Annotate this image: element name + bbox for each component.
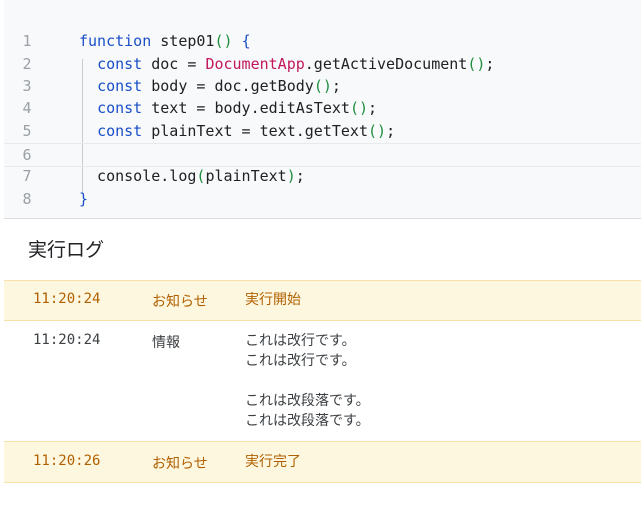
- line-number: 6: [22, 146, 32, 164]
- code-token: ;: [368, 99, 378, 117]
- code-line[interactable]: 5 const plainText = text.getText();: [4, 120, 641, 142]
- code-line[interactable]: 3 const body = doc.getBody();: [4, 75, 641, 97]
- log-message-line: これは改段落です。: [245, 392, 370, 408]
- code-editor[interactable]: 1 function step01() {2 const doc = Docume…: [4, 4, 641, 219]
- code-text: const text = body.editAsText();: [79, 97, 377, 119]
- code-token: (): [467, 55, 486, 73]
- code-line[interactable]: 4 const text = body.editAsText();: [4, 97, 641, 119]
- code-token: .getActiveDocument: [304, 55, 468, 73]
- execution-log-panel: 実行ログ 11:20:24 お知らせ 実行開始 11:20:24 情報 これは改行です。こ…: [4, 219, 641, 530]
- code-text: }: [79, 188, 88, 210]
- line-number: 7: [22, 167, 32, 185]
- code-token: (): [313, 77, 332, 95]
- code-text: console.log(plainText);: [79, 165, 305, 187]
- code-token: doc =: [142, 55, 206, 73]
- code-token: ;: [295, 167, 305, 185]
- code-token: plainText = text.getText: [142, 122, 368, 140]
- log-message-line: これは改段落です。: [245, 412, 370, 428]
- code-line[interactable]: 1 function step01() {: [4, 30, 641, 52]
- code-token: console.log: [79, 167, 197, 185]
- code-line[interactable]: 2 const doc = DocumentApp.getActiveDocum…: [4, 53, 641, 75]
- code-token: ;: [386, 122, 396, 140]
- line-number: 1: [22, 32, 32, 50]
- code-line[interactable]: 7 console.log(plainText);: [4, 165, 641, 187]
- code-token: DocumentApp: [205, 55, 305, 73]
- log-level: 情報: [152, 334, 180, 350]
- log-time: 11:20:24: [33, 332, 101, 348]
- code-token: (): [349, 99, 368, 117]
- line-number: 2: [22, 55, 32, 73]
- code-token: }: [79, 190, 89, 208]
- code-token: const: [97, 99, 143, 117]
- code-token: const: [97, 55, 143, 73]
- code-line[interactable]: 8}: [4, 188, 641, 210]
- code-token: step01: [151, 32, 215, 50]
- log-entry: 11:20:24 情報 これは改行です。 これは改行です。 これは改段落です。 これは改段…: [4, 320, 641, 441]
- code-text: const doc = DocumentApp.getActiveDocumen…: [79, 53, 494, 75]
- code-text: const body = doc.getBody();: [79, 75, 341, 97]
- log-message-line: 実行開始: [245, 291, 301, 307]
- log-message: これは改行です。 これは改行です。 これは改段落です。 これは改段落です。: [245, 330, 370, 430]
- code-token: function: [79, 32, 152, 50]
- log-message: 実行完了: [245, 451, 301, 471]
- log-message-line: これは改行です。: [245, 332, 356, 348]
- log-entry: 11:20:24 お知らせ 実行開始: [4, 280, 641, 321]
- log-message: 実行開始: [245, 289, 301, 309]
- log-level: お知らせ: [152, 293, 208, 309]
- code-text: const plainText = text.getText();: [79, 120, 395, 142]
- log-time: 11:20:24: [33, 291, 101, 307]
- log-title: 実行ログ: [28, 240, 105, 261]
- code-token: const: [97, 77, 143, 95]
- log-level: お知らせ: [152, 455, 208, 471]
- code-token: ;: [331, 77, 341, 95]
- code-token: text = body.editAsText: [142, 99, 350, 117]
- code-token: body = doc.getBody: [142, 77, 314, 95]
- code-token: (): [214, 32, 233, 50]
- code-token: ): [286, 167, 296, 185]
- log-entry: 11:20:26 お知らせ 実行完了: [4, 441, 641, 483]
- line-number: 4: [22, 99, 32, 117]
- code-token: plainText: [205, 167, 287, 185]
- code-token: ;: [485, 55, 495, 73]
- code-token: (): [368, 122, 387, 140]
- log-message-line: [245, 370, 370, 390]
- line-number: 3: [22, 77, 32, 95]
- code-text: function step01() {: [79, 30, 251, 52]
- code-token: {: [241, 32, 251, 50]
- log-message-line: 実行完了: [245, 453, 301, 469]
- log-time: 11:20:26: [33, 453, 101, 469]
- code-token: const: [97, 122, 143, 140]
- line-number: 8: [22, 190, 32, 208]
- log-message-line: これは改行です。: [245, 352, 356, 368]
- line-number: 5: [22, 122, 32, 140]
- code-line[interactable]: 6: [4, 143, 641, 167]
